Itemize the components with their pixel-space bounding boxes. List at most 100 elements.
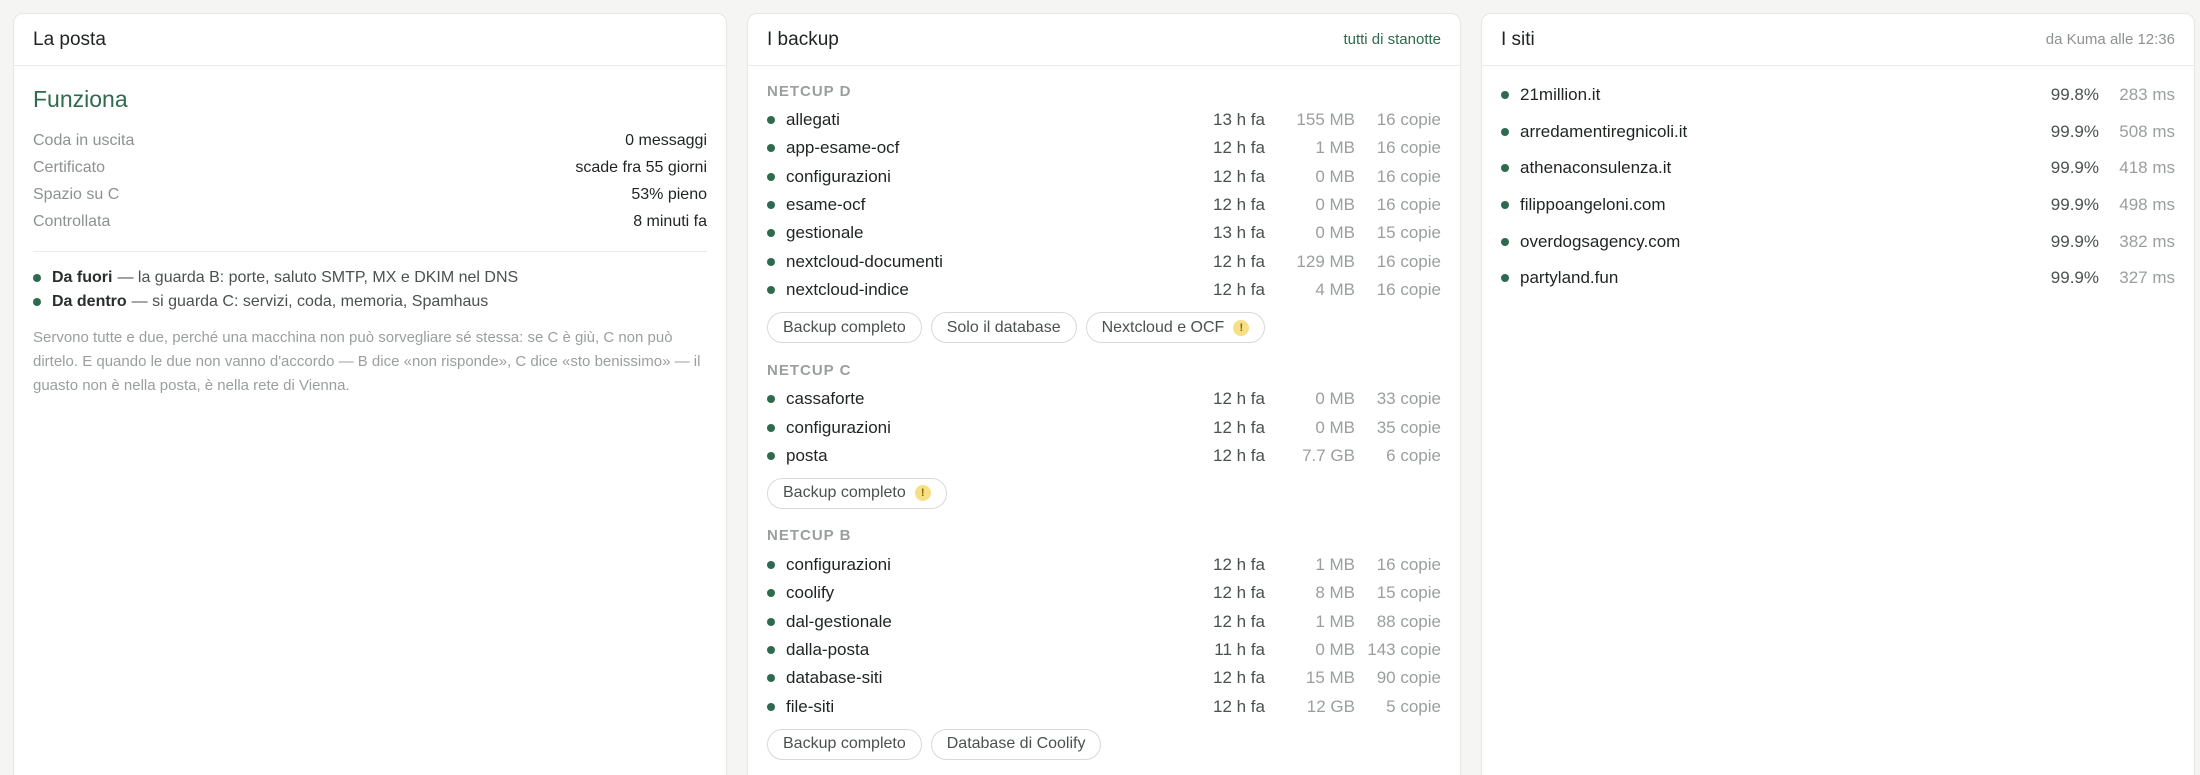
site-name: 21million.it [1520, 85, 1601, 105]
backup-card: I backup tutti di stanotte NETCUP D alleg… [747, 13, 1461, 775]
backup-size: 8 MB [1315, 583, 1355, 603]
posta-kv-row: Coda in uscita 0 messaggi [33, 127, 707, 154]
backup-copies: 33 copie [1376, 389, 1441, 409]
posta-card: La posta Funziona Coda in uscita 0 messa… [13, 13, 727, 775]
status-dot-icon [767, 395, 775, 404]
backup-action-button[interactable]: Solo il database [930, 312, 1077, 344]
backup-name: posta [786, 445, 828, 465]
backup-age: 12 h fa [1213, 195, 1265, 215]
backup-name: nextcloud-indice [786, 279, 909, 299]
backup-age: 12 h fa [1213, 611, 1265, 631]
backup-copies: 88 copie [1376, 611, 1441, 631]
status-dot-icon [767, 257, 775, 266]
backup-action-button[interactable]: Backup completo [767, 312, 922, 344]
posta-kv-row: Controllata 8 minuti fa [33, 208, 707, 235]
status-dot-icon [33, 298, 41, 306]
posta-card-header: La posta [14, 14, 726, 66]
backup-action-label: Solo il database [946, 318, 1061, 336]
site-uptime: 99.9% [2050, 121, 2099, 141]
backup-name: configurazioni [786, 555, 891, 575]
backup-action-button[interactable]: Backup completo! [767, 477, 947, 509]
site-latency: 382 ms [2119, 231, 2175, 251]
backup-age: 12 h fa [1213, 583, 1265, 603]
backup-action-label: Backup completo [783, 735, 906, 753]
backup-copies: 16 copie [1376, 279, 1441, 299]
posta-check-label: Da fuori [52, 269, 113, 286]
backup-copies: 15 copie [1376, 583, 1441, 603]
backup-card-body: NETCUP Dallegati 13 h fa 155 MB 16 copie app… [748, 66, 1460, 770]
backup-size: 1 MB [1315, 555, 1355, 575]
status-dot-icon [767, 451, 775, 460]
backup-row: cassaforte 12 h fa 0 MB 33 copie [767, 385, 1441, 413]
siti-card-meta: da Kuma alle 12:36 [2045, 31, 2175, 48]
backup-name: cassaforte [786, 389, 865, 409]
backup-name: dal-gestionale [786, 611, 892, 631]
backup-size: 1 MB [1315, 138, 1355, 158]
backup-action-button[interactable]: Nextcloud e OCF! [1085, 312, 1266, 344]
backup-row: posta 12 h fa 7.7 GB 6 copie [767, 442, 1441, 470]
backup-name: dalla-posta [786, 640, 870, 659]
backup-size: 15 MB [1305, 668, 1355, 688]
posta-kv-value: 8 minuti fa [633, 212, 707, 230]
status-dot-icon [767, 561, 775, 570]
backup-name: coolify [786, 583, 835, 603]
backup-action-button[interactable]: Backup completo [767, 728, 922, 760]
backup-copies: 16 copie [1376, 110, 1441, 130]
posta-status: Funziona [33, 86, 128, 112]
backup-name: app-esame-ocf [786, 138, 900, 158]
backup-action-button[interactable]: Database di Coolify [930, 728, 1102, 760]
backup-row: allegati 13 h fa 155 MB 16 copie [767, 106, 1441, 134]
backup-action-label: Backup completo [783, 318, 906, 336]
backup-age: 12 h fa [1213, 389, 1265, 409]
backup-copies: 143 copie [1367, 640, 1441, 659]
backup-size: 0 MB [1315, 417, 1355, 437]
backup-row: dal-gestionale 12 h fa 1 MB 88 copie [767, 608, 1441, 636]
backup-action-label: Database di Coolify [946, 735, 1086, 753]
backup-copies: 16 copie [1376, 166, 1441, 186]
posta-kv-value: 0 messaggi [625, 131, 707, 149]
posta-check-label: Da dentro [52, 293, 127, 310]
site-uptime: 99.8% [2050, 85, 2099, 105]
backup-size: 0 MB [1315, 195, 1355, 215]
backup-actions: Backup completo Solo il database Nextcloud… [767, 304, 1441, 353]
backup-size: 7.7 GB [1302, 445, 1355, 465]
posta-card-body: Funziona Coda in uscita 0 messaggi Certi… [14, 66, 726, 418]
backup-copies: 16 copie [1376, 251, 1441, 271]
site-uptime: 99.9% [2050, 268, 2099, 288]
siti-card: I siti da Kuma alle 12:36 21million.it 99… [1481, 13, 2195, 775]
backup-size: 0 MB [1315, 166, 1355, 186]
status-dot-icon [1501, 164, 1509, 173]
backup-card-header: I backup tutti di stanotte [748, 14, 1460, 66]
status-dot-icon [767, 285, 775, 294]
posta-kv-label: Certificato [33, 158, 106, 176]
site-latency: 418 ms [2119, 158, 2175, 178]
site-row: athenaconsulenza.it 99.9% 418 ms [1501, 150, 2175, 187]
backup-row: dalla-posta 11 h fa 0 MB 143 copie [767, 636, 1441, 664]
siti-card-title: I siti [1501, 28, 1535, 50]
backup-name: configurazioni [786, 417, 891, 437]
backup-size: 4 MB [1315, 279, 1355, 299]
posta-card-title: La posta [33, 28, 106, 50]
backup-name: configurazioni [786, 166, 891, 186]
dashboard-grid: La posta Funziona Coda in uscita 0 messa… [0, 0, 2200, 775]
posta-kv-row: Certificato scade fra 55 giorni [33, 154, 707, 181]
backup-age: 12 h fa [1213, 445, 1265, 465]
backup-name: nextcloud-documenti [786, 251, 943, 271]
status-dot-icon [767, 646, 775, 654]
status-dot-icon [1501, 91, 1509, 100]
backup-name: allegati [786, 110, 840, 130]
backup-card-title: I backup [767, 28, 839, 50]
status-dot-icon [1501, 274, 1509, 283]
posta-check-inside: Da dentro — si guarda C: servizi, coda, … [33, 290, 707, 314]
site-name: athenaconsulenza.it [1520, 158, 1672, 178]
backup-size: 0 MB [1315, 389, 1355, 409]
siti-card-body: 21million.it 99.8% 283 ms arredamentiregnic… [1482, 66, 2194, 308]
backup-age: 12 h fa [1213, 668, 1265, 688]
backup-age: 12 h fa [1213, 417, 1265, 437]
status-dot-icon [767, 144, 775, 153]
backup-row: configurazioni 12 h fa 0 MB 35 copie [767, 413, 1441, 441]
backup-size: 1 MB [1315, 611, 1355, 631]
backup-name: file-siti [786, 696, 835, 716]
backup-age: 12 h fa [1213, 555, 1265, 575]
warning-icon: ! [914, 485, 931, 502]
